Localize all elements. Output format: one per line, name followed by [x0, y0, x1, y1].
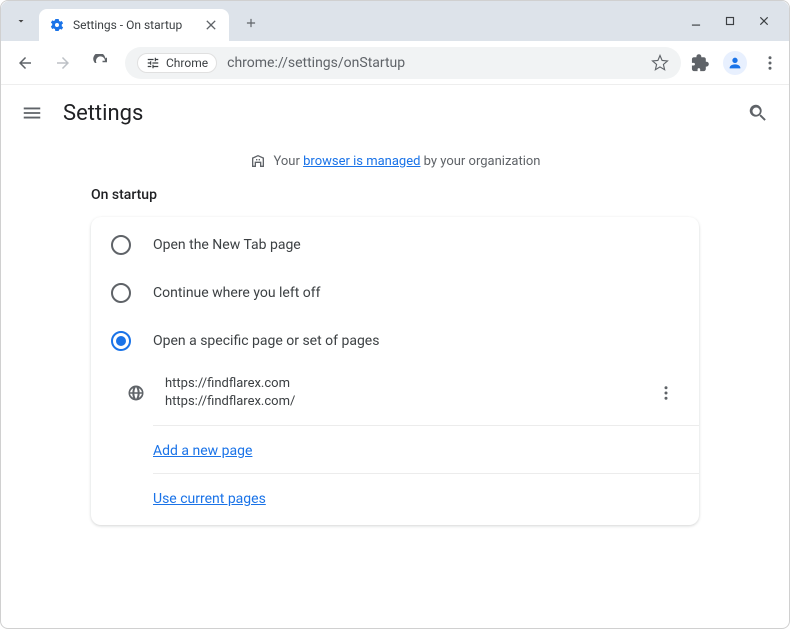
titlebar: Settings - On startup [1, 1, 789, 41]
section-title: On startup [91, 187, 699, 203]
option-label: Open a specific page or set of pages [153, 333, 379, 349]
settings-gear-icon [49, 17, 65, 33]
option-label: Continue where you left off [153, 285, 321, 301]
forward-button[interactable] [49, 49, 77, 77]
plus-icon [244, 16, 258, 30]
tab[interactable]: Settings - On startup [39, 9, 229, 41]
bookmark-star-icon[interactable] [651, 54, 669, 72]
hamburger-icon[interactable] [21, 102, 43, 124]
page-title-text: https://findflarex.com [165, 375, 295, 393]
use-current-link[interactable]: Use current pages [153, 491, 266, 507]
arrow-right-icon [54, 54, 72, 72]
settings-header: Settings [1, 85, 789, 141]
building-icon [250, 153, 266, 169]
managed-link[interactable]: browser is managed [303, 154, 420, 169]
option-new-tab[interactable]: Open the New Tab page [91, 221, 699, 269]
option-specific-pages[interactable]: Open a specific page or set of pages [91, 317, 699, 365]
page-text: https://findflarex.com https://findflare… [165, 375, 295, 411]
page-url-text: https://findflarex.com/ [165, 393, 295, 411]
use-current-row: Use current pages [153, 474, 699, 521]
site-chip-label: Chrome [166, 56, 208, 70]
search-icon[interactable] [747, 102, 769, 124]
profile-avatar[interactable] [723, 51, 747, 75]
more-vert-icon[interactable] [657, 384, 675, 402]
minimize-button[interactable] [689, 14, 703, 28]
option-label: Open the New Tab page [153, 237, 301, 253]
page-title: Settings [63, 101, 143, 126]
tab-title: Settings - On startup [73, 18, 195, 32]
toolbar-right [691, 51, 779, 75]
globe-icon [127, 384, 145, 402]
startup-card: Open the New Tab page Continue where you… [91, 217, 699, 525]
tune-icon [146, 56, 160, 70]
radio-icon [111, 331, 131, 351]
option-continue[interactable]: Continue where you left off [91, 269, 699, 317]
managed-text: Your browser is managed by your organiza… [274, 154, 541, 169]
extensions-icon[interactable] [691, 54, 709, 72]
managed-suffix: by your organization [420, 154, 540, 169]
startup-page-row: https://findflarex.com https://findflare… [153, 365, 699, 426]
new-tab-button[interactable] [237, 9, 265, 37]
reload-button[interactable] [87, 49, 115, 77]
back-button[interactable] [11, 49, 39, 77]
url-text: chrome://settings/onStartup [227, 55, 641, 71]
reload-icon [92, 54, 110, 72]
managed-prefix: Your [274, 154, 304, 169]
maximize-button[interactable] [723, 14, 737, 28]
startup-pages-list: https://findflarex.com https://findflare… [91, 365, 699, 521]
radio-icon [111, 235, 131, 255]
window-controls [689, 14, 781, 28]
arrow-left-icon [16, 54, 34, 72]
managed-notice: Your browser is managed by your organiza… [1, 141, 789, 187]
add-page-link[interactable]: Add a new page [153, 443, 252, 459]
menu-dots-icon[interactable] [761, 54, 779, 72]
site-chip[interactable]: Chrome [137, 53, 217, 73]
close-icon[interactable] [203, 17, 219, 33]
person-icon [727, 55, 743, 71]
content: On startup Open the New Tab page Continu… [1, 187, 789, 525]
toolbar: Chrome chrome://settings/onStartup [1, 41, 789, 85]
omnibox[interactable]: Chrome chrome://settings/onStartup [125, 47, 681, 79]
radio-icon [111, 283, 131, 303]
tab-search-button[interactable] [9, 9, 33, 33]
close-button[interactable] [757, 14, 771, 28]
window: Settings - On startup Chrome chrome:/ [0, 0, 790, 629]
add-page-row: Add a new page [153, 426, 699, 474]
chevron-down-icon [15, 15, 27, 27]
